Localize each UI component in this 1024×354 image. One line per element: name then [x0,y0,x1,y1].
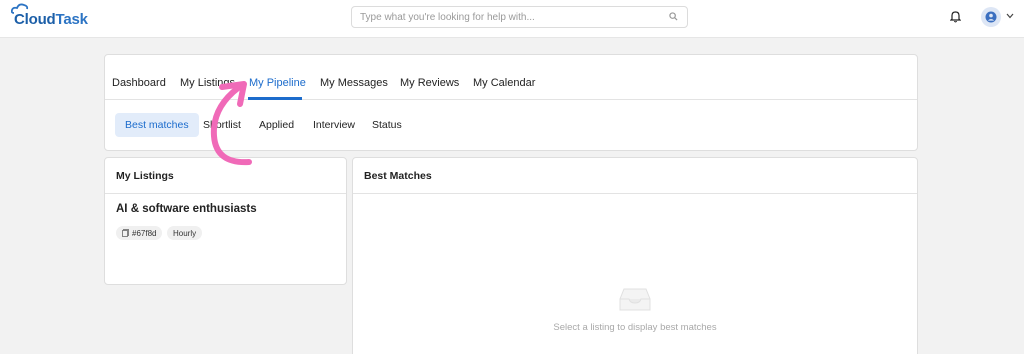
subtab-best-matches[interactable]: Best matches [115,113,199,137]
cloudtask-logo[interactable]: CloudTask [11,3,88,30]
copy-icon[interactable] [122,229,129,237]
search-input[interactable] [352,7,652,28]
tab-dashboard[interactable]: Dashboard [112,77,166,89]
tab-my-messages[interactable]: My Messages [320,77,388,89]
cloud-logo-icon [11,3,29,14]
search-bar[interactable] [351,6,688,28]
inbox-icon [619,288,651,311]
listing-name[interactable]: AI & software enthusiasts [116,203,257,215]
search-icon[interactable] [669,12,678,21]
listing-type-badge: Hourly [167,226,203,240]
tab-my-reviews[interactable]: My Reviews [400,77,459,89]
my-listings-panel: My Listings AI & software enthusiasts #6… [104,157,347,285]
matches-header: Best Matches [353,158,917,194]
top-bar: CloudTask [0,0,1024,38]
subtab-status[interactable]: Status [372,119,402,131]
matches-title: Best Matches [364,170,432,182]
user-icon [985,11,997,23]
listing-id-badge: #67f8d [116,226,163,240]
chevron-down-icon[interactable] [1006,13,1014,19]
subtab-applied[interactable]: Applied [259,119,294,131]
listings-title: My Listings [116,170,174,182]
subtab-interview[interactable]: Interview [313,119,355,131]
best-matches-panel: Best Matches Select a listing to display… [352,157,918,354]
bell-icon[interactable] [950,10,961,23]
user-avatar-icon[interactable] [981,7,1001,27]
tab-my-calendar[interactable]: My Calendar [473,77,535,89]
pointer-arrow-annotation [210,81,252,166]
empty-state-text: Select a listing to display best matches [553,322,717,333]
